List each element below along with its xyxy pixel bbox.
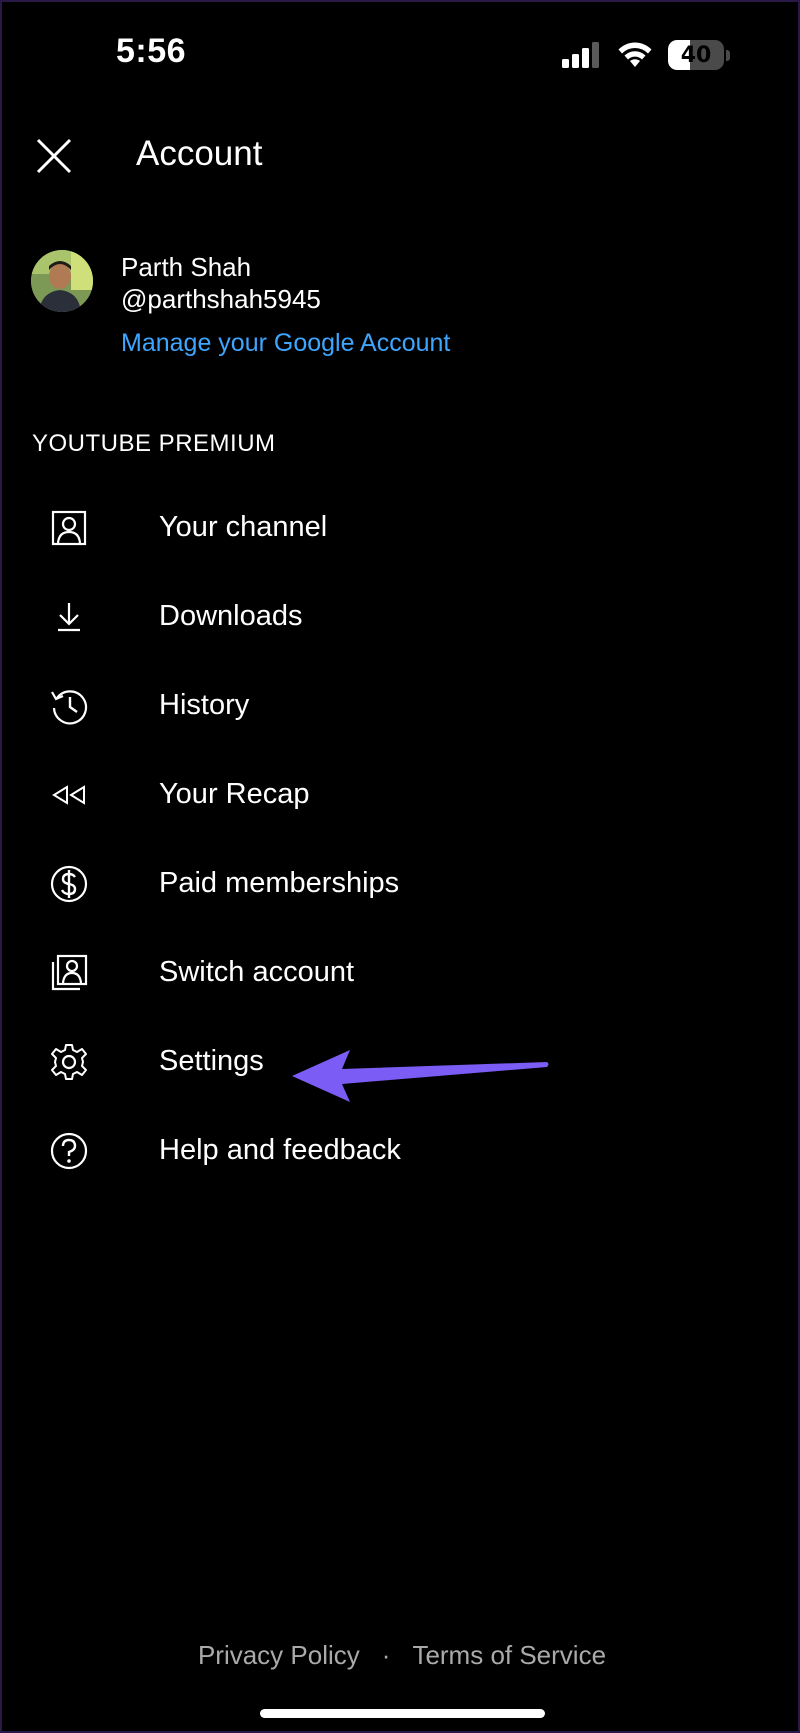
- menu-item-label: Downloads: [159, 600, 303, 632]
- menu-item-your-recap[interactable]: Your Recap: [2, 750, 800, 839]
- annotation-arrow-icon: [292, 1050, 549, 1102]
- cellular-signal-icon: [562, 42, 599, 68]
- gear-icon: [51, 1043, 87, 1080]
- menu-item-your-channel[interactable]: Your channel: [2, 483, 800, 572]
- avatar[interactable]: [31, 250, 93, 312]
- battery-nub: [726, 49, 730, 61]
- menu-item-switch-account[interactable]: Switch account: [2, 928, 800, 1017]
- menu-item-paid-memberships[interactable]: Paid memberships: [2, 839, 800, 928]
- terms-of-service-link[interactable]: Terms of Service: [412, 1640, 606, 1671]
- download-icon: [58, 602, 80, 631]
- switch-account-icon: [51, 954, 88, 990]
- footer-separator: ·: [381, 1640, 391, 1670]
- page-title: Account: [136, 134, 263, 173]
- manage-google-account-link[interactable]: Manage your Google Account: [121, 329, 450, 358]
- menu-item-downloads[interactable]: Downloads: [2, 572, 800, 661]
- menu-item-label: Your channel: [159, 511, 328, 543]
- rewind-icon: [52, 784, 85, 805]
- close-icon: [36, 138, 72, 174]
- wifi-icon: [618, 42, 652, 67]
- menu-item-label: Settings: [159, 1045, 264, 1077]
- profile-name: Parth Shah: [121, 252, 252, 282]
- home-indicator[interactable]: [260, 1709, 545, 1718]
- menu-item-label: History: [159, 689, 250, 721]
- battery-level: 40: [680, 42, 712, 68]
- menu-item-help-feedback[interactable]: Help and feedback: [2, 1106, 800, 1195]
- person-box-icon: [51, 510, 87, 545]
- menu-item-history[interactable]: History: [2, 661, 800, 750]
- footer: Privacy Policy · Terms of Service: [2, 1640, 800, 1671]
- close-button[interactable]: [34, 136, 74, 176]
- status-time: 5:56: [116, 32, 187, 70]
- battery-icon: 40: [668, 40, 724, 70]
- menu-item-label: Paid memberships: [159, 867, 400, 899]
- profile-handle: @parthshah5945: [121, 284, 321, 314]
- app-frame: 5:56 40 Account Parth Shah @parthshah594…: [0, 0, 800, 1733]
- menu-item-label: Help and feedback: [159, 1134, 401, 1166]
- avatar-photo-icon: [31, 250, 93, 312]
- battery-indicator: 40: [668, 40, 730, 70]
- help-icon: [50, 1132, 88, 1169]
- menu-item-label: Switch account: [159, 956, 355, 988]
- dollar-icon: [50, 865, 88, 902]
- menu-item-label: Your Recap: [159, 778, 310, 810]
- history-icon: [51, 689, 88, 724]
- section-heading: YOUTUBE PREMIUM: [32, 430, 276, 457]
- privacy-policy-link[interactable]: Privacy Policy: [198, 1640, 360, 1671]
- status-icons: 40: [562, 40, 730, 70]
